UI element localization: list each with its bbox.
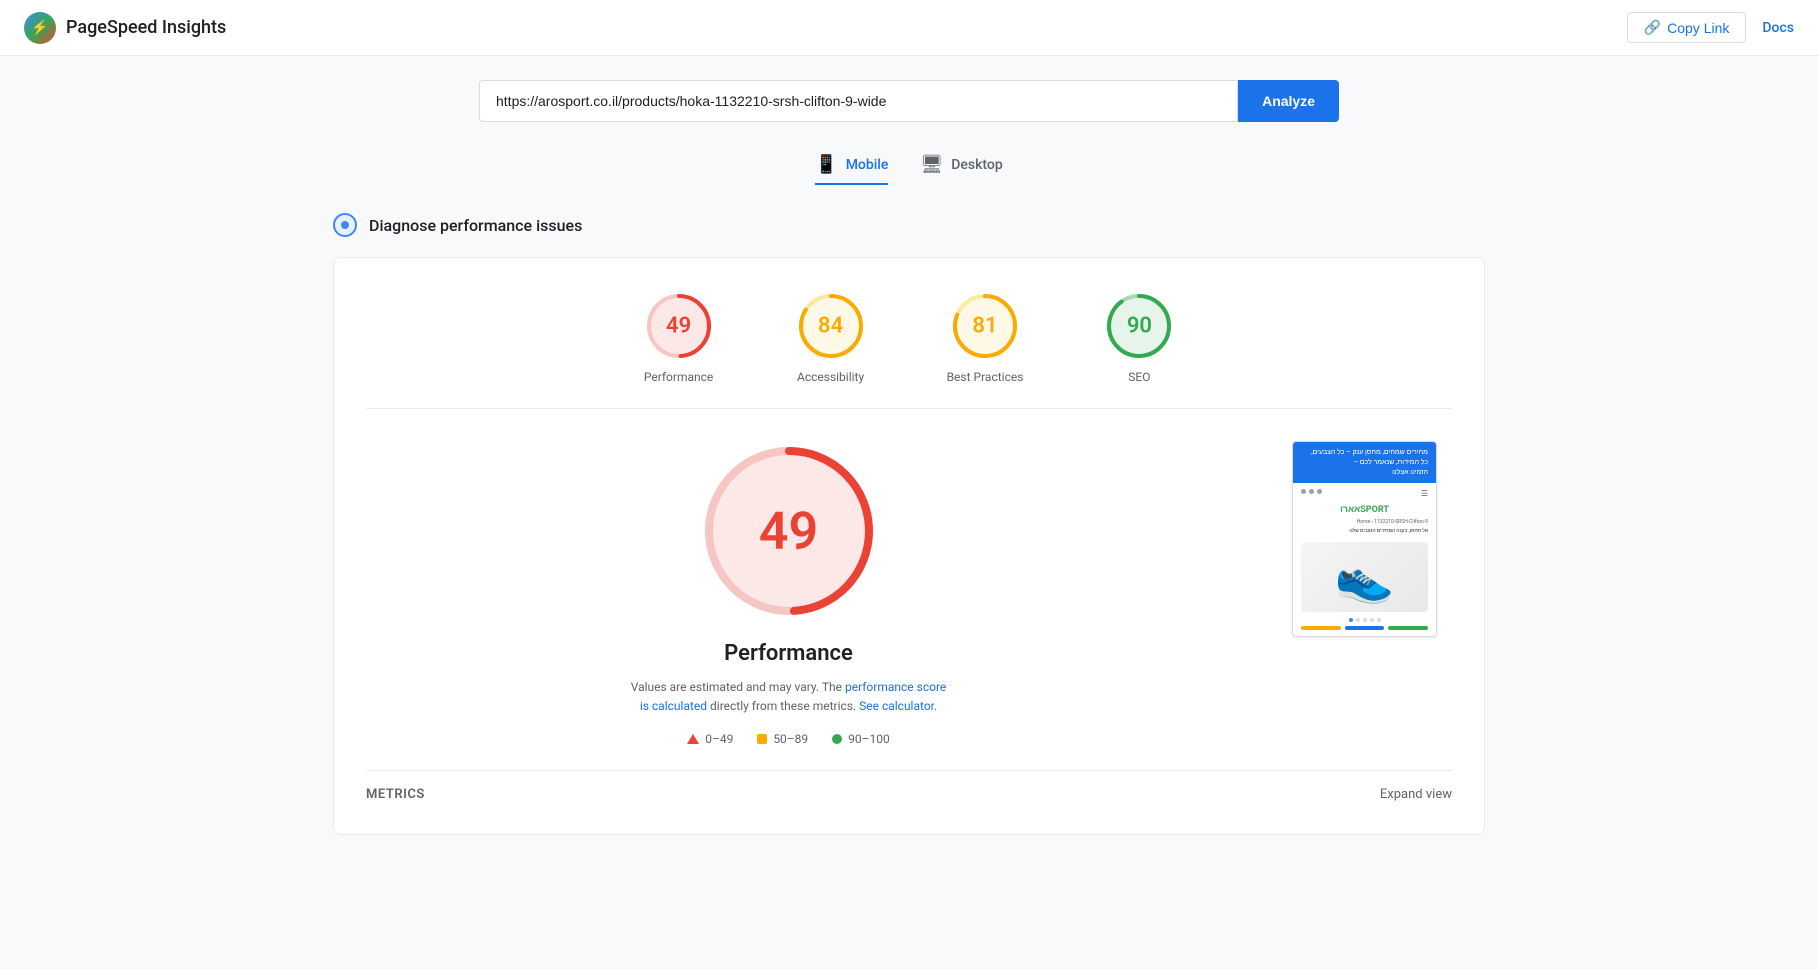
docs-link[interactable]: Docs [1762, 20, 1794, 36]
legend-needs-improvement: 50–89 [757, 732, 808, 746]
diagnose-section: Diagnose performance issues 49 Performan… [333, 213, 1485, 835]
accessibility-circle: 84 [795, 290, 867, 362]
nav-dot-1 [1301, 489, 1306, 494]
screenshot-area: מחירים שמחים, מחסן ענק – כל הצבעים,כל המ… [1292, 441, 1452, 637]
diagnose-title: Diagnose performance issues [369, 216, 582, 235]
poor-range: 0–49 [705, 732, 733, 746]
desktop-icon: 🖥 [920, 154, 943, 175]
performance-circle: 49 [643, 290, 715, 362]
score-item-best-practices[interactable]: 81 Best Practices [947, 290, 1024, 384]
seo-label-small: SEO [1128, 370, 1150, 384]
app-title: PageSpeed Insights [66, 17, 226, 38]
tab-mobile[interactable]: 📱 Mobile [815, 146, 888, 185]
seo-circle: 90 [1103, 290, 1175, 362]
performance-detail-title: Performance [724, 641, 853, 666]
carousel-dot-1 [1349, 618, 1353, 622]
perf-desc-prefix: Values are estimated and may vary. The [631, 680, 845, 694]
calculator-link[interactable]: See calculator [859, 699, 934, 713]
main-content: Analyze 📱 Mobile 🖥 Desktop Diagnose perf… [309, 56, 1509, 859]
needs-improvement-range: 50–89 [773, 732, 808, 746]
diagnose-header: Diagnose performance issues [333, 213, 1485, 237]
footer-bar-yellow [1301, 626, 1341, 630]
header-right: 🔗 Copy Link Docs [1627, 12, 1794, 43]
header-left: PageSpeed Insights [24, 12, 226, 44]
diagnose-dot-icon [333, 213, 357, 237]
big-score-left: 49 Performance Values are estimated and … [366, 441, 1211, 746]
accessibility-label-small: Accessibility [797, 370, 864, 384]
link-icon: 🔗 [1644, 19, 1661, 36]
carousel-dot-2 [1356, 618, 1360, 622]
shoe-emoji: 👟 [1335, 549, 1395, 606]
mobile-icon: 📱 [815, 154, 837, 175]
carousel-dot-4 [1370, 618, 1374, 622]
score-legend: 0–49 50–89 90–100 [687, 732, 890, 746]
big-score-area: 49 Performance Values are estimated and … [366, 441, 1452, 746]
screenshot-carousel-dots [1301, 618, 1428, 622]
scores-row: 49 Performance 84 Accessibility [366, 290, 1452, 409]
nav-icons [1301, 489, 1322, 498]
screenshot-product-title: אל תחסו, בקנה המחירים הטובים שלנו [1301, 528, 1428, 534]
analyze-button[interactable]: Analyze [1238, 80, 1339, 122]
header: PageSpeed Insights 🔗 Copy Link Docs [0, 0, 1818, 56]
hamburger-icon: ☰ [1421, 489, 1428, 498]
poor-icon [687, 734, 699, 744]
carousel-dot-5 [1377, 618, 1381, 622]
carousel-dot-3 [1363, 618, 1367, 622]
big-performance-circle: 49 [699, 441, 879, 621]
performance-score-small: 49 [666, 314, 691, 339]
pagespeed-logo-icon [24, 12, 56, 44]
url-input[interactable] [479, 80, 1238, 122]
legend-poor: 0–49 [687, 732, 733, 746]
perf-desc-suffix: . [934, 699, 937, 713]
tab-desktop[interactable]: 🖥 Desktop [920, 146, 1002, 185]
screenshot-nav: ☰ [1301, 489, 1428, 498]
screenshot-mock: מחירים שמחים, מחסן ענק – כל הצבעים,כל המ… [1292, 441, 1437, 637]
screenshot-breadcrumb: Home › 1132210-SRSH-Clifton-9 [1301, 519, 1428, 525]
score-item-accessibility[interactable]: 84 Accessibility [795, 290, 867, 384]
best-practices-circle: 81 [949, 290, 1021, 362]
metrics-row: METRICS Expand view [366, 770, 1452, 802]
screenshot-body: ☰ אארוSPORT Home › 1132210-SRSH-Clifton-… [1293, 483, 1436, 636]
perf-desc-middle: directly from these metrics. [707, 699, 859, 713]
copy-link-button[interactable]: 🔗 Copy Link [1627, 12, 1747, 43]
good-icon [832, 734, 842, 744]
expand-view-button[interactable]: Expand view [1380, 787, 1452, 802]
metrics-label: METRICS [366, 787, 425, 802]
screenshot-logo: אארוSPORT [1301, 504, 1428, 515]
score-item-seo[interactable]: 90 SEO [1103, 290, 1175, 384]
url-bar-inner: Analyze [479, 80, 1339, 122]
good-range: 90–100 [848, 732, 890, 746]
url-bar-container: Analyze [333, 80, 1485, 122]
accessibility-score-small: 84 [818, 314, 843, 339]
performance-desc: Values are estimated and may vary. The p… [629, 678, 949, 716]
best-practices-label-small: Best Practices [947, 370, 1024, 384]
best-practices-score-small: 81 [972, 314, 997, 339]
screenshot-footer-bars [1301, 626, 1428, 630]
footer-bar-blue [1345, 626, 1385, 630]
nav-dot-2 [1309, 489, 1314, 494]
device-tabs: 📱 Mobile 🖥 Desktop [333, 146, 1485, 185]
legend-good: 90–100 [832, 732, 890, 746]
nav-dot-3 [1317, 489, 1322, 494]
performance-label-small: Performance [644, 370, 713, 384]
score-card: 49 Performance 84 Accessibility [333, 257, 1485, 835]
tab-mobile-label: Mobile [846, 157, 889, 173]
screenshot-shoe-image: 👟 [1301, 542, 1428, 612]
seo-score-small: 90 [1127, 314, 1152, 339]
tab-desktop-label: Desktop [951, 157, 1002, 173]
needs-improvement-icon [757, 734, 767, 744]
screenshot-banner: מחירים שמחים, מחסן ענק – כל הצבעים,כל המ… [1293, 442, 1436, 483]
score-item-performance[interactable]: 49 Performance [643, 290, 715, 384]
big-performance-score: 49 [759, 501, 818, 562]
footer-bar-green [1388, 626, 1428, 630]
